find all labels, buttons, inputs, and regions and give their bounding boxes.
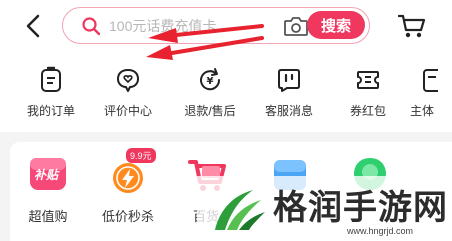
search-bar[interactable]: 搜索: [62, 7, 370, 44]
coupon-icon: [357, 71, 379, 89]
header: 搜索 我的订单 评价中心 ¥ 退款/售后 客服消息 券红包: [0, 0, 452, 132]
camera-icon[interactable]: [283, 15, 309, 37]
back-button[interactable]: [20, 12, 46, 40]
nav-item-orders[interactable]: 我的订单: [20, 66, 82, 126]
back-arrow-icon: [26, 14, 40, 38]
service-icon: [278, 69, 300, 92]
order-icon: [41, 66, 61, 92]
nav-item-label: 评价中心: [103, 104, 152, 118]
review-icon: [117, 69, 139, 92]
order-nav: 我的订单 评价中心 ¥ 退款/售后 客服消息 券红包 主体: [0, 66, 452, 126]
nav-item-label: 退款/售后: [184, 104, 236, 118]
search-button[interactable]: 搜索: [307, 11, 365, 39]
watermark-text: 格润手游网: [273, 189, 448, 227]
nav-item-label: 主体: [410, 104, 435, 118]
nav-item-partial[interactable]: 主体: [410, 66, 452, 126]
partial-icon: [423, 69, 438, 92]
nav-item-label: 客服消息: [264, 104, 313, 118]
nav-item-coupons[interactable]: 券红包: [337, 66, 399, 126]
feature-label: 低价秒杀: [101, 209, 154, 224]
feature-value-buy[interactable]: 补贴 超值购: [18, 152, 78, 241]
watermark-logo-icon: [215, 190, 265, 230]
feature-label: 超值购: [28, 209, 68, 224]
nav-item-service[interactable]: 客服消息: [258, 66, 320, 126]
watermark-url: www.hngrjd.com: [347, 226, 414, 236]
watermark: 格润手游网 www.hngrjd.com: [197, 176, 452, 241]
search-icon: [82, 17, 101, 36]
refund-icon: ¥: [200, 68, 221, 91]
nav-item-reviews[interactable]: 评价中心: [97, 66, 159, 126]
nav-item-label: 券红包: [349, 104, 386, 118]
flash-sale-icon: 9.9元: [106, 148, 156, 196]
nav-item-refund[interactable]: ¥ 退款/售后: [179, 66, 241, 126]
nav-item-label: 我的订单: [26, 104, 75, 118]
value-buy-icon: 补贴: [26, 152, 70, 196]
price-badge: 9.9元: [126, 148, 156, 163]
feature-flash-sale[interactable]: 9.9元 低价秒杀: [98, 148, 158, 241]
cart-icon[interactable]: [396, 12, 428, 40]
svg-text:¥: ¥: [207, 76, 214, 87]
search-input[interactable]: [109, 15, 279, 37]
